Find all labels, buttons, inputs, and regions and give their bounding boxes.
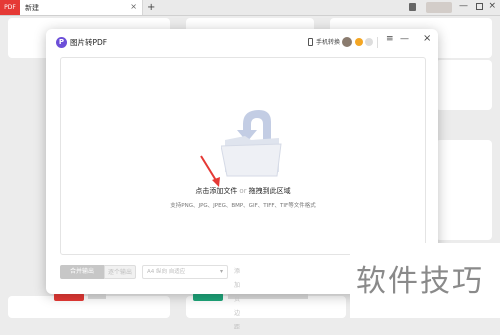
- add-file-link[interactable]: 点击添加文件: [195, 187, 237, 195]
- vip-icon[interactable]: [355, 38, 363, 46]
- dialog-title: 图片转PDF: [70, 38, 108, 47]
- window-minimize-button[interactable]: —: [459, 1, 468, 11]
- chevron-down-icon: ▾: [219, 268, 223, 275]
- app-icon[interactable]: [409, 3, 416, 11]
- background-card: [436, 140, 492, 240]
- watermark-text: 软件技巧: [356, 264, 484, 299]
- app-logo-icon: P: [56, 37, 67, 48]
- page-size-value: A4 纵向 自适应: [147, 269, 186, 275]
- phone-convert-link[interactable]: 手机转换: [316, 38, 340, 47]
- user-avatar[interactable]: [426, 2, 452, 13]
- background-card: [8, 296, 170, 318]
- add-margin-checkbox[interactable]: 添加页边距: [234, 265, 240, 335]
- page-size-select[interactable]: A4 纵向 自适应 ▾: [142, 265, 228, 279]
- tab-close-icon[interactable]: ×: [130, 2, 137, 11]
- file-drop-zone[interactable]: 点击添加文件 or 拖拽到此区域 支持PNG、JPG、JPEG、BMP、GIF、TI…: [60, 57, 426, 255]
- folder-upload-icon: [221, 110, 282, 177]
- supported-formats-text: 支持PNG、JPG、JPEG、BMP、GIF、TIFF、TIF等文件格式: [170, 203, 316, 209]
- window-maximize-button[interactable]: [476, 3, 483, 10]
- settings-icon[interactable]: [365, 38, 373, 46]
- menu-icon[interactable]: ≡: [386, 34, 394, 44]
- window-close-button[interactable]: ×: [488, 1, 496, 11]
- avatar[interactable]: [342, 37, 352, 47]
- single-output-button[interactable]: 逐个输出: [104, 265, 136, 279]
- new-tab-button[interactable]: +: [147, 0, 155, 15]
- red-pointer-arrow-icon: [200, 155, 220, 187]
- merge-output-button[interactable]: 合并输出: [60, 265, 104, 279]
- browser-tab-bar: PDF 新建 × + — ×: [0, 0, 500, 16]
- or-label: or: [239, 187, 247, 195]
- tab-new-label: 新建: [25, 4, 39, 12]
- drag-here-label: 拖拽到此区域: [248, 187, 291, 195]
- background-green-tag: [193, 293, 223, 301]
- tab-new[interactable]: 新建 ×: [20, 0, 143, 15]
- drop-instruction: 点击添加文件 or 拖拽到此区域: [61, 186, 425, 196]
- dialog-minimize-button[interactable]: —: [400, 34, 409, 44]
- dialog-close-button[interactable]: ×: [423, 33, 431, 44]
- tab-pdf[interactable]: PDF: [0, 0, 20, 15]
- background-red-tag: [54, 293, 84, 301]
- background-card: [436, 60, 492, 110]
- divider: [377, 37, 378, 48]
- phone-icon[interactable]: [308, 38, 313, 46]
